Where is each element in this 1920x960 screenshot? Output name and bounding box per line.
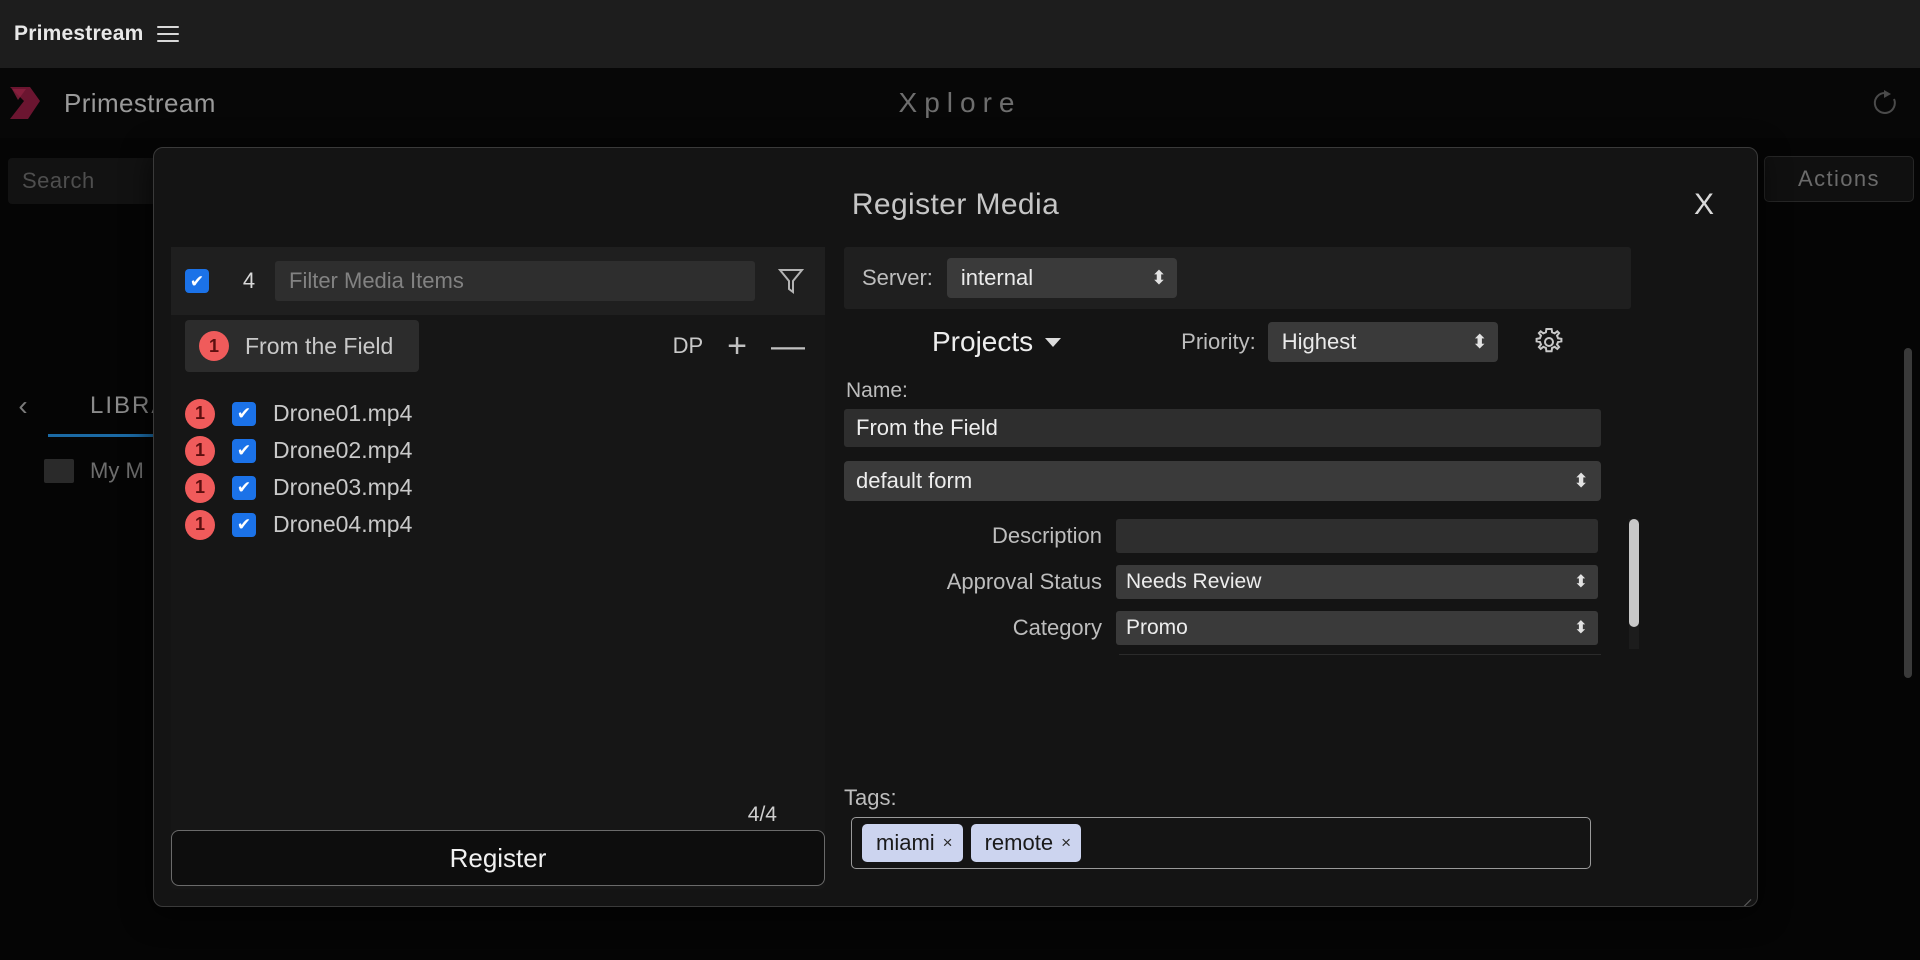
file-badge: 1 <box>185 398 215 429</box>
approval-status-select[interactable]: Needs Review <box>1116 565 1598 599</box>
refresh-icon[interactable] <box>1866 84 1904 122</box>
tags-input[interactable]: miami × remote × <box>851 817 1591 869</box>
filter-media-input[interactable]: Filter Media Items <box>275 261 755 301</box>
file-name: Drone01.mp4 <box>273 400 413 426</box>
filter-placeholder: Filter Media Items <box>289 268 464 293</box>
library-label: LIBRA <box>90 392 170 419</box>
priority-value: Highest <box>1281 329 1357 354</box>
app-header: Primestream Xplore <box>0 68 1920 138</box>
field-label: Category <box>1012 615 1102 640</box>
selected-count: 4 <box>242 268 256 293</box>
priority-select[interactable]: Highest <box>1267 322 1498 362</box>
media-items-pane: 4 Filter Media Items 1 From the Field DP <box>171 247 825 889</box>
dp-tools: DP + — <box>673 315 805 377</box>
actions-button[interactable]: Actions <box>1764 156 1914 202</box>
projects-bar: Projects Priority: Highest <box>844 309 1631 375</box>
tag-remove-icon[interactable]: × <box>943 833 953 853</box>
field-label: Description <box>991 523 1102 548</box>
name-label: Name: <box>846 379 908 402</box>
tag-text: miami <box>876 830 935 855</box>
folder-icon <box>44 459 74 483</box>
os-window-title: Primestream <box>14 22 144 45</box>
file-badge: 1 <box>185 509 215 540</box>
os-title-bar: Primestream <box>0 0 1920 68</box>
list-item[interactable]: 1 Drone02.mp4 <box>171 432 825 469</box>
file-checkbox[interactable] <box>232 475 256 500</box>
screen-root: Primestream Primestream Xplore Search Ac… <box>0 0 1920 960</box>
priority-group: Priority: Highest <box>1181 322 1568 362</box>
group-chip-from-the-field[interactable]: 1 From the Field <box>185 320 420 372</box>
form-area: Name: From the Field default form Descri… <box>844 379 1639 869</box>
search-placeholder: Search <box>22 168 95 193</box>
category-select[interactable]: Promo <box>1116 611 1598 645</box>
name-value: From the Field <box>856 415 998 440</box>
list-item[interactable]: 1 Drone01.mp4 <box>171 395 825 432</box>
tags-label: Tags: <box>844 785 897 810</box>
chevron-left-icon[interactable]: ‹ <box>0 390 46 422</box>
server-select[interactable]: internal <box>946 258 1177 298</box>
register-form-pane: Server: internal Projects Priority: High… <box>844 247 1742 889</box>
dialog-title: Register Media <box>851 188 1060 221</box>
priority-label: Priority: <box>1181 329 1256 354</box>
field-row-description: Description <box>844 519 1619 553</box>
field-value: Promo <box>1126 616 1188 639</box>
select-all-checkbox[interactable] <box>185 269 209 293</box>
metadata-fields: Description Approval Status Needs Review… <box>844 519 1639 655</box>
register-button-label: Register <box>449 842 547 873</box>
server-label: Server: <box>862 265 933 290</box>
group-label: From the Field <box>245 332 394 359</box>
file-checkbox[interactable] <box>232 512 256 537</box>
form-scroll-thumb[interactable] <box>1629 519 1639 627</box>
tag-chip[interactable]: miami × <box>862 824 963 862</box>
file-name: Drone04.mp4 <box>273 511 413 537</box>
app-title: Xplore <box>898 87 1022 118</box>
field-value: Needs Review <box>1126 570 1262 593</box>
tag-remove-icon[interactable]: × <box>1061 833 1071 853</box>
register-media-dialog: Register Media X 4 Filter Media Items <box>153 147 1758 907</box>
projects-dropdown-label[interactable]: Projects <box>932 326 1033 358</box>
field-label: Approval Status <box>946 569 1102 594</box>
file-name: Drone02.mp4 <box>273 437 413 463</box>
page-scrollbar[interactable] <box>1904 348 1912 678</box>
field-row-category: Category Promo <box>844 611 1619 645</box>
gear-icon[interactable] <box>1530 323 1568 361</box>
description-input[interactable] <box>1116 519 1598 553</box>
group-badge: 1 <box>199 331 229 361</box>
name-input[interactable]: From the Field <box>844 409 1601 447</box>
file-name: Drone03.mp4 <box>273 474 413 500</box>
form-template-select[interactable]: default form <box>844 461 1601 501</box>
add-icon[interactable]: + <box>727 329 747 363</box>
file-checkbox[interactable] <box>232 401 256 426</box>
dp-label: DP <box>672 333 704 358</box>
hamburger-icon[interactable] <box>157 26 180 42</box>
field-divider <box>1119 654 1601 655</box>
group-row: 1 From the Field DP + — <box>171 315 825 377</box>
actions-label: Actions <box>1798 166 1880 191</box>
resize-handle[interactable] <box>1735 884 1752 906</box>
server-bar: Server: internal <box>844 247 1631 309</box>
list-item[interactable]: 1 Drone03.mp4 <box>171 469 825 506</box>
remove-icon[interactable]: — <box>771 329 805 363</box>
chevron-down-icon[interactable] <box>1045 337 1062 347</box>
funnel-icon[interactable] <box>771 267 811 295</box>
tag-text: remote <box>984 830 1054 855</box>
form-template-value: default form <box>856 468 973 493</box>
register-button[interactable]: Register <box>171 830 825 886</box>
media-file-list: 1 Drone01.mp4 1 Drone02.mp4 1 Drone03.mp… <box>171 395 825 543</box>
server-value: internal <box>960 265 1034 290</box>
file-badge: 1 <box>185 472 215 503</box>
media-toolbar: 4 Filter Media Items <box>171 247 825 315</box>
list-item[interactable]: 1 Drone04.mp4 <box>171 506 825 543</box>
close-icon[interactable]: X <box>1687 188 1721 222</box>
my-media-item[interactable]: My M <box>44 458 144 484</box>
my-media-label: My M <box>90 458 144 483</box>
field-row-approval-status: Approval Status Needs Review <box>844 565 1619 599</box>
file-badge: 1 <box>185 435 215 466</box>
item-count-label: 4/4 <box>747 803 777 826</box>
file-checkbox[interactable] <box>232 438 256 463</box>
tag-chip[interactable]: remote × <box>970 824 1082 862</box>
